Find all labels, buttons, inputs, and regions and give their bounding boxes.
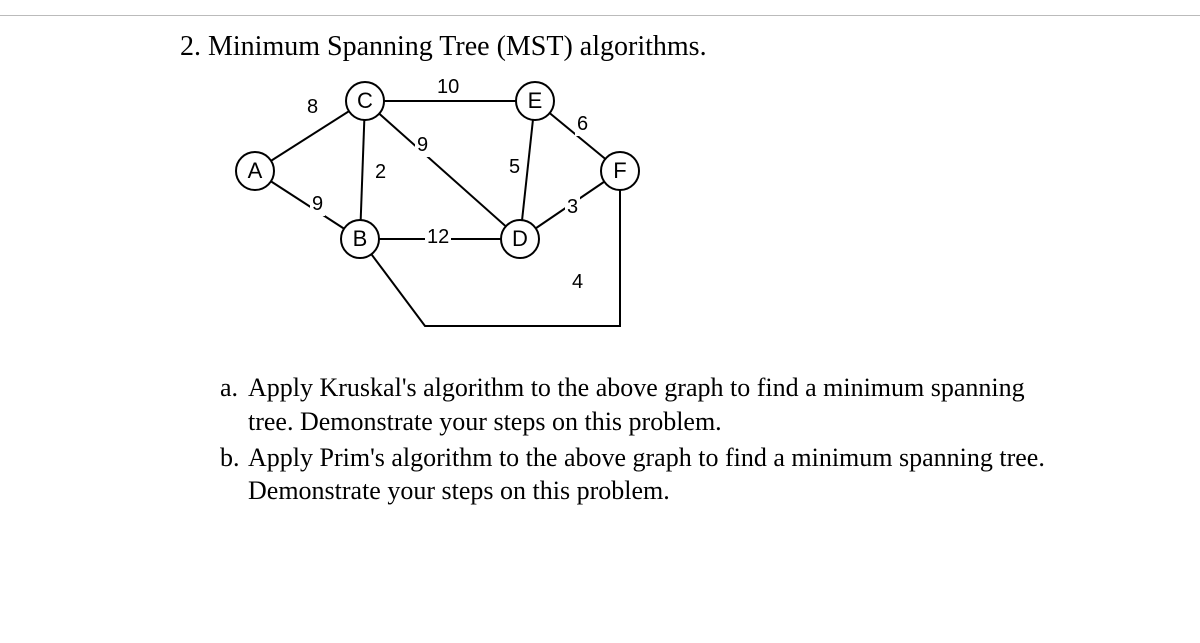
edge-label-bd: 12: [425, 226, 451, 249]
sub-question-a: a. Apply Kruskal's algorithm to the abov…: [220, 371, 1060, 439]
question-heading: 2. Minimum Spanning Tree (MST) algorithm…: [180, 31, 1060, 63]
question-number: 2.: [180, 31, 201, 62]
sub-b-text: Apply Prim's algorithm to the above grap…: [248, 441, 1060, 509]
edge-label-ce: 10: [435, 76, 461, 99]
edge-label-bf: 4: [570, 271, 585, 294]
graph-edges-svg: [225, 71, 655, 331]
sub-a-letter: a.: [220, 371, 248, 439]
edge-label-cd: 9: [415, 134, 430, 157]
sub-question-b: b. Apply Prim's algorithm to the above g…: [220, 441, 1060, 509]
node-d-label: D: [512, 226, 528, 252]
node-f: F: [600, 151, 640, 191]
edge-label-ab: 9: [310, 193, 325, 216]
sub-a-text: Apply Kruskal's algorithm to the above g…: [248, 371, 1060, 439]
sub-b-letter: b.: [220, 441, 248, 509]
node-f-label: F: [613, 158, 626, 184]
sub-questions: a. Apply Kruskal's algorithm to the abov…: [180, 371, 1060, 508]
node-a-label: A: [248, 158, 263, 184]
node-b: B: [340, 219, 380, 259]
node-a: A: [235, 151, 275, 191]
edge-label-ef: 6: [575, 113, 590, 136]
node-b-label: B: [353, 226, 368, 252]
node-e: E: [515, 81, 555, 121]
edge-label-cb: 2: [373, 161, 388, 184]
edge-label-ac: 8: [305, 96, 320, 119]
graph-diagram: A C E F B D 8 10 9 2 9 5 6 3 12 4: [225, 71, 655, 331]
node-e-label: E: [528, 88, 543, 114]
node-c: C: [345, 81, 385, 121]
horizontal-rule: [0, 15, 1200, 16]
node-d: D: [500, 219, 540, 259]
node-c-label: C: [357, 88, 373, 114]
content-area: 2. Minimum Spanning Tree (MST) algorithm…: [0, 31, 1200, 508]
question-title: Minimum Spanning Tree (MST) algorithms.: [208, 31, 707, 62]
edge-label-ed: 5: [507, 156, 522, 179]
edge-label-df: 3: [565, 196, 580, 219]
